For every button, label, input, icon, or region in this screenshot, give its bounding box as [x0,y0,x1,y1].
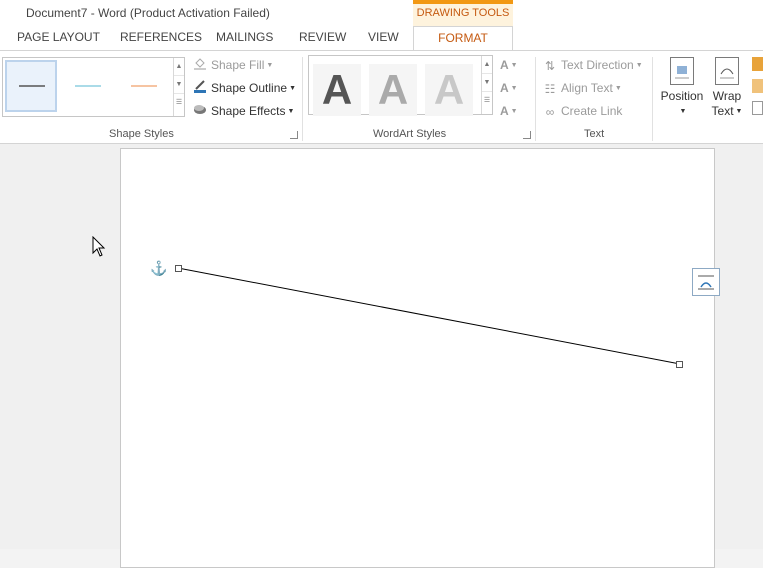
line-end-handle[interactable] [676,361,683,368]
line-start-handle[interactable] [175,265,182,272]
mouse-cursor-icon [92,236,106,257]
anchor-icon: ⚓ [150,260,168,276]
layout-options-button[interactable] [692,268,720,296]
layout-options-icon [698,275,714,290]
line-shape[interactable] [0,0,763,549]
